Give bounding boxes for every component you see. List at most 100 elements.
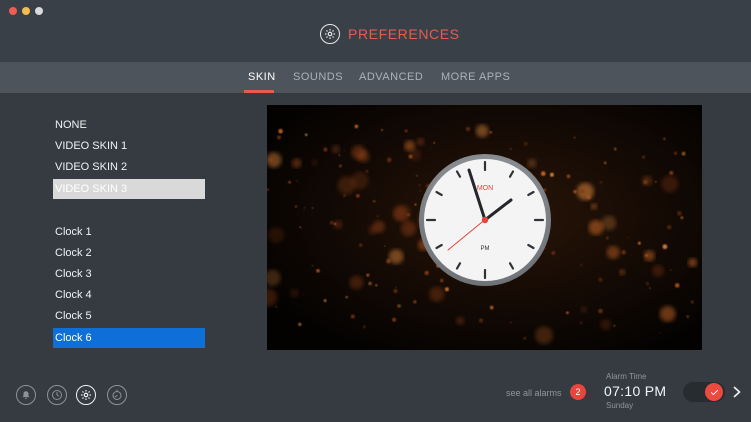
bokeh-dot bbox=[323, 299, 327, 303]
bokeh-dot bbox=[580, 306, 588, 313]
bokeh-dot bbox=[311, 265, 314, 267]
see-all-alarms-link[interactable]: see all alarms bbox=[506, 388, 562, 398]
gear-icon bbox=[81, 390, 91, 400]
skin-item-video-2[interactable]: VIDEO SKIN 2 bbox=[53, 157, 205, 177]
bokeh-dot bbox=[598, 277, 603, 282]
bokeh-dot bbox=[381, 129, 383, 131]
bokeh-dot bbox=[349, 275, 364, 290]
bokeh-dot bbox=[338, 164, 342, 168]
tab-sounds[interactable]: SOUNDS bbox=[293, 71, 343, 83]
clock-item-4[interactable]: Clock 4 bbox=[53, 285, 205, 305]
bokeh-dot bbox=[295, 180, 298, 182]
bokeh-dot bbox=[343, 149, 345, 152]
preferences-nav-button[interactable] bbox=[76, 385, 96, 405]
bokeh-dot bbox=[277, 135, 281, 140]
clock-item-3[interactable]: Clock 3 bbox=[53, 264, 205, 284]
bokeh-dot bbox=[523, 336, 527, 340]
alarm-count-badge: 2 bbox=[570, 384, 586, 400]
skin-preview: MON PM bbox=[267, 105, 702, 350]
bokeh-dot bbox=[510, 321, 512, 324]
bokeh-dot bbox=[269, 157, 274, 162]
window-close-button[interactable] bbox=[9, 7, 17, 15]
bokeh-dot bbox=[659, 306, 676, 322]
bokeh-dot bbox=[667, 225, 672, 230]
title-bar: PREFERENCES bbox=[0, 0, 751, 62]
bokeh-dot bbox=[366, 273, 370, 277]
bokeh-dot bbox=[291, 158, 302, 168]
clock-item-2[interactable]: Clock 2 bbox=[53, 243, 205, 263]
bokeh-dot bbox=[433, 142, 435, 144]
analog-clock: MON PM bbox=[419, 154, 551, 286]
bokeh-dot bbox=[580, 321, 583, 324]
skin-item-none[interactable]: NONE bbox=[53, 115, 205, 135]
bokeh-dot bbox=[400, 220, 417, 237]
gear-icon bbox=[320, 24, 340, 44]
clock-nav-button[interactable] bbox=[47, 385, 67, 405]
bokeh-dot bbox=[475, 124, 489, 138]
bokeh-dot bbox=[288, 180, 292, 184]
bokeh-dot bbox=[368, 225, 378, 235]
active-tab-indicator bbox=[244, 90, 274, 93]
bokeh-dot bbox=[375, 284, 378, 287]
alarm-toggle[interactable] bbox=[683, 382, 725, 402]
skin-item-video-1[interactable]: VIDEO SKIN 1 bbox=[53, 136, 205, 156]
bokeh-dot bbox=[489, 130, 493, 134]
checkmark-icon bbox=[710, 389, 718, 395]
window-minimize-button[interactable] bbox=[22, 7, 30, 15]
bokeh-dot bbox=[333, 222, 337, 226]
bokeh-dot bbox=[681, 151, 686, 156]
bokeh-dot bbox=[268, 227, 285, 244]
bokeh-dot bbox=[535, 326, 553, 345]
tab-more-apps[interactable]: MORE APPS bbox=[441, 71, 510, 83]
bokeh-dot bbox=[290, 288, 299, 298]
clock-icon bbox=[52, 390, 62, 400]
window-title-group: PREFERENCES bbox=[320, 23, 460, 45]
bokeh-dot bbox=[598, 308, 603, 314]
bokeh-dot bbox=[580, 188, 585, 194]
bokeh-dot bbox=[670, 269, 672, 271]
bokeh-dot bbox=[601, 215, 617, 231]
bokeh-dot bbox=[606, 236, 609, 240]
bokeh-dot bbox=[303, 210, 305, 212]
bokeh-dot bbox=[619, 269, 626, 276]
bokeh-dot bbox=[580, 263, 583, 267]
bokeh-dot bbox=[365, 169, 369, 173]
tab-skin[interactable]: SKIN bbox=[248, 71, 276, 83]
bokeh-dot bbox=[323, 147, 328, 152]
bokeh-dot bbox=[311, 207, 314, 209]
bokeh-dot bbox=[345, 296, 348, 299]
bokeh-dot bbox=[302, 293, 304, 295]
bokeh-dot bbox=[669, 170, 674, 175]
bokeh-dot bbox=[357, 150, 370, 163]
bokeh-dot bbox=[338, 154, 341, 157]
bokeh-dot bbox=[311, 159, 318, 166]
bokeh-dot bbox=[677, 211, 682, 216]
bokeh-dot bbox=[566, 174, 571, 179]
chevron-right-icon[interactable] bbox=[732, 386, 742, 398]
clock-item-5[interactable]: Clock 5 bbox=[53, 306, 205, 326]
bokeh-dot bbox=[674, 283, 680, 288]
clock-item-1[interactable]: Clock 1 bbox=[53, 222, 205, 242]
bokeh-dot bbox=[652, 264, 665, 277]
bokeh-dot bbox=[355, 193, 360, 198]
bokeh-dot bbox=[465, 126, 471, 132]
clock-item-6[interactable]: Clock 6 bbox=[53, 328, 205, 348]
bokeh-dot bbox=[573, 190, 577, 194]
bokeh-dot bbox=[386, 157, 392, 163]
timer-nav-button[interactable] bbox=[107, 385, 127, 405]
bokeh-dot bbox=[690, 300, 694, 304]
skin-item-video-3[interactable]: VIDEO SKIN 3 bbox=[53, 179, 205, 199]
bokeh-dot bbox=[642, 155, 646, 159]
bokeh-dot bbox=[392, 317, 397, 322]
clock-ampm-label: PM bbox=[481, 246, 490, 252]
bokeh-dot bbox=[358, 243, 363, 247]
bokeh-dot bbox=[275, 306, 277, 308]
alarm-time-label: Alarm Time bbox=[606, 372, 647, 381]
window-maximize-button[interactable] bbox=[35, 7, 43, 15]
bokeh-dot bbox=[642, 175, 653, 186]
tab-advanced[interactable]: ADVANCED bbox=[359, 71, 423, 83]
alarms-nav-button[interactable] bbox=[16, 385, 36, 405]
bokeh-dot bbox=[278, 128, 283, 134]
bokeh-dot bbox=[654, 181, 657, 183]
bokeh-dot bbox=[573, 136, 576, 139]
